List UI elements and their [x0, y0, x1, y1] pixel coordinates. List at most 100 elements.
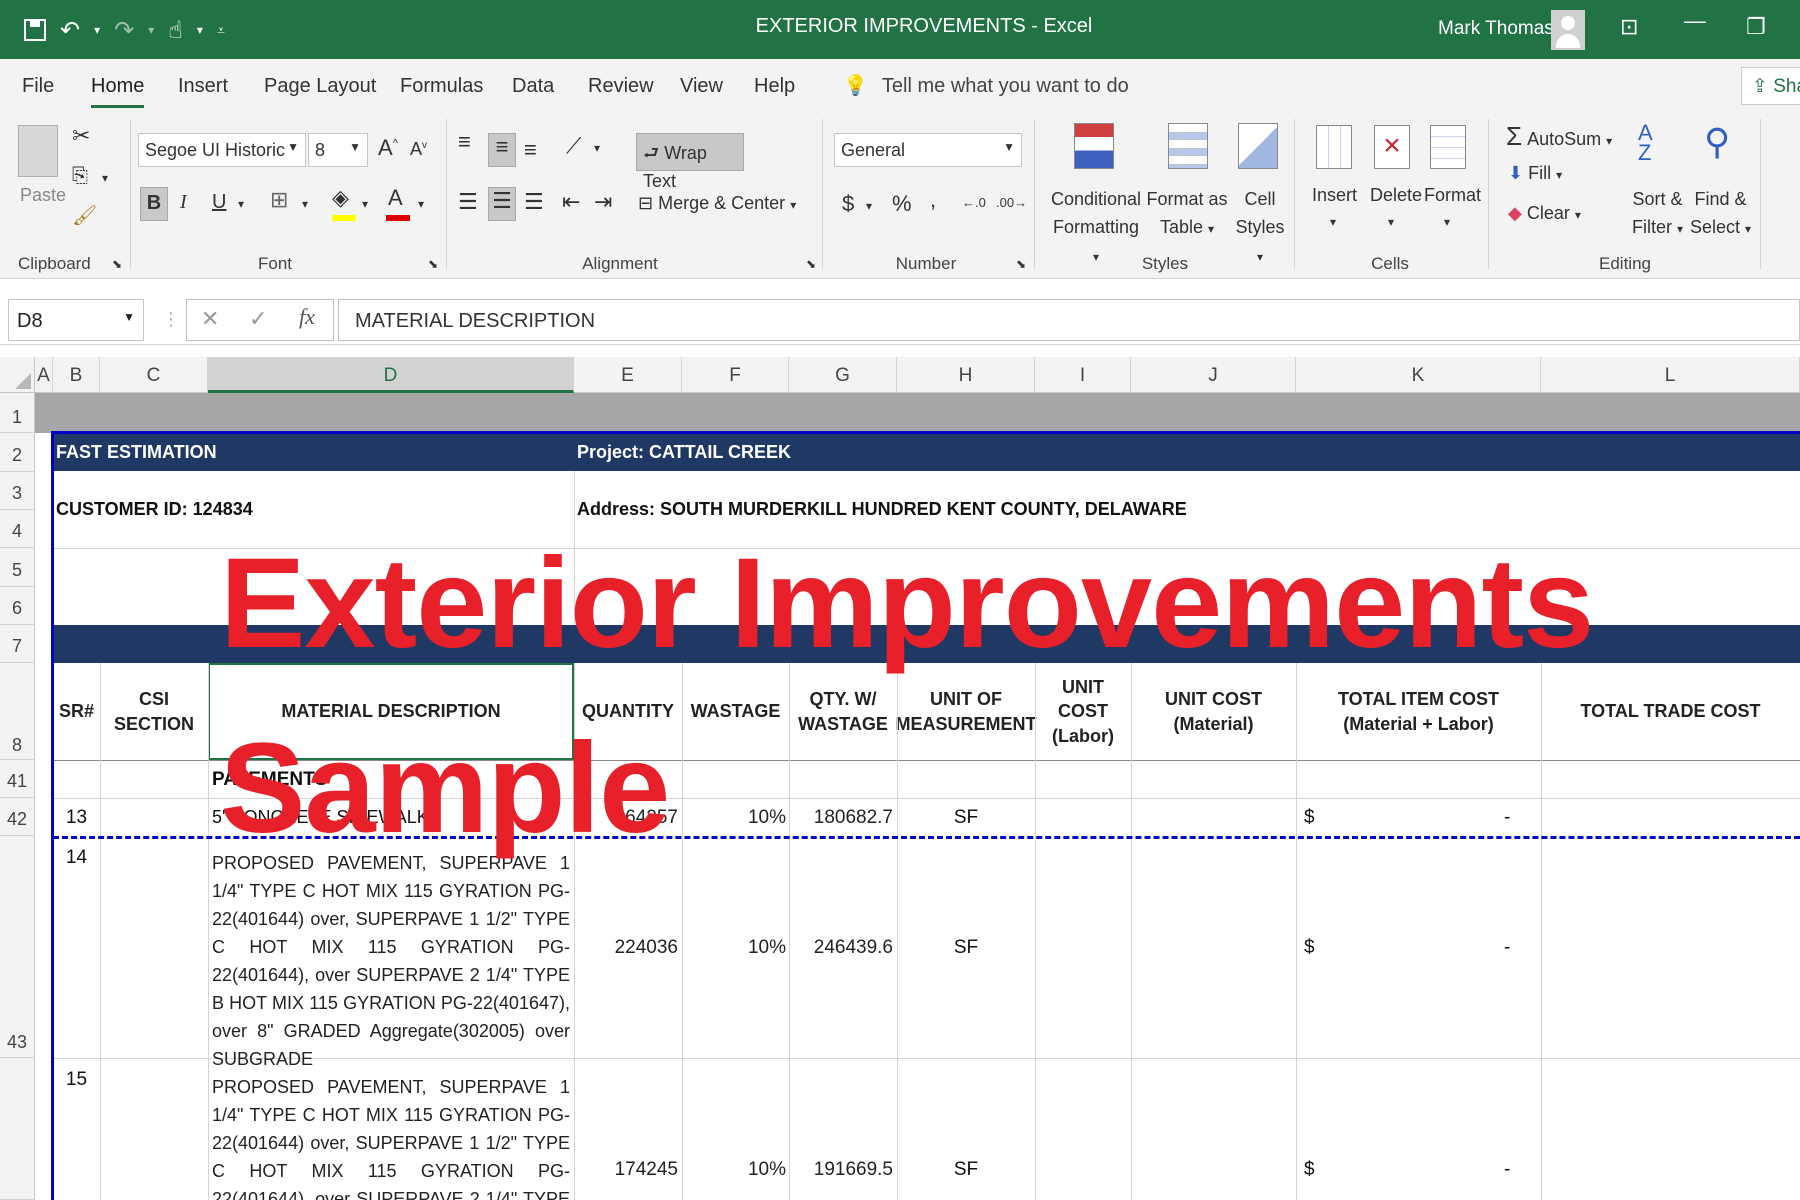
wrap-text-button[interactable]: ⮐ Wrap Text [636, 133, 744, 191]
cell-styles-icon[interactable] [1238, 123, 1278, 169]
percent-icon[interactable]: % [892, 191, 912, 217]
font-launcher-icon[interactable]: ⬊ [428, 257, 438, 271]
number-format-select[interactable]: General ▼ [834, 133, 1022, 167]
clear-button[interactable]: ◆ Clear ▾ [1508, 203, 1581, 224]
align-left-icon[interactable]: ☰ [458, 189, 478, 215]
column-header-l[interactable]: L [1541, 357, 1800, 393]
format-cells-button[interactable]: Format [1424, 185, 1481, 206]
tab-file[interactable]: File [22, 75, 54, 98]
borders-dropdown-icon[interactable]: ▾ [302, 197, 308, 211]
sort-filter-button[interactable]: Sort & Filter ▾ [1632, 185, 1683, 243]
font-color-icon[interactable]: A [388, 185, 403, 211]
font-color-dropdown-icon[interactable]: ▾ [418, 197, 424, 211]
comma-style-icon[interactable]: , [930, 187, 936, 213]
delete-cells-button[interactable]: Delete [1370, 185, 1422, 206]
increase-indent-icon[interactable]: ⇥ [594, 189, 612, 215]
tab-home[interactable]: Home [91, 75, 145, 108]
currency-icon[interactable]: $ [842, 191, 854, 217]
column-header-i[interactable]: I [1035, 357, 1131, 393]
cut-icon[interactable]: ✂ [72, 123, 90, 149]
tab-insert[interactable]: Insert [178, 75, 228, 98]
clipboard-launcher-icon[interactable]: ⬊ [112, 257, 122, 271]
row-header-4[interactable]: 4 [0, 510, 35, 548]
delete-cells-icon[interactable]: × [1374, 125, 1410, 169]
paste-icon[interactable] [18, 125, 58, 177]
borders-icon[interactable]: ⊞ [270, 187, 288, 213]
select-all-corner[interactable] [0, 357, 35, 393]
currency-dropdown-icon[interactable]: ▾ [866, 199, 872, 213]
copy-icon[interactable]: ⎘ [72, 165, 88, 188]
increase-decimal-icon[interactable]: ←.0 [962, 195, 986, 210]
underline-button[interactable]: U [212, 191, 226, 214]
enter-icon[interactable]: ✓ [249, 306, 267, 332]
row-header-44[interactable] [0, 1058, 35, 1200]
align-middle-icon[interactable]: ≡ [488, 133, 516, 167]
row-header-8[interactable]: 8 [0, 663, 35, 760]
column-header-g[interactable]: G [789, 357, 897, 393]
align-bottom-icon[interactable]: ≡ [524, 137, 537, 163]
fill-color-icon[interactable]: ◈ [332, 185, 349, 211]
format-as-table-button[interactable]: Format as Table ▾ [1146, 185, 1228, 243]
column-header-d[interactable]: D [208, 357, 574, 393]
ribbon-display-options-icon[interactable]: ⊡ [1620, 14, 1638, 40]
row-header-42[interactable]: 42 [0, 798, 35, 836]
align-right-icon[interactable]: ☰ [524, 189, 544, 215]
column-header-h[interactable]: H [897, 357, 1035, 393]
tab-help[interactable]: Help [754, 75, 795, 98]
formula-input[interactable]: MATERIAL DESCRIPTION [338, 299, 1800, 341]
format-dropdown-icon[interactable]: ▾ [1444, 215, 1450, 229]
restore-icon[interactable]: ❐ [1746, 14, 1766, 40]
insert-dropdown-icon[interactable]: ▾ [1330, 215, 1336, 229]
row-header-5[interactable]: 5 [0, 548, 35, 587]
increase-font-icon[interactable]: A^ [378, 135, 398, 161]
orientation-dropdown-icon[interactable]: ▾ [594, 141, 600, 155]
avatar[interactable] [1551, 10, 1585, 50]
format-as-table-icon[interactable] [1168, 123, 1208, 169]
column-header-e[interactable]: E [574, 357, 682, 393]
insert-function-icon[interactable]: fx [299, 304, 315, 330]
insert-cells-icon[interactable] [1316, 125, 1352, 169]
column-header-a[interactable]: A [35, 357, 53, 393]
decrease-font-icon[interactable]: Av [410, 139, 427, 160]
bold-button[interactable]: B [140, 187, 168, 221]
find-select-button[interactable]: Find & Select ▾ [1690, 185, 1751, 243]
tell-me-search[interactable]: 💡 Tell me what you want to do [843, 73, 1129, 98]
font-name-select[interactable]: Segoe UI Historic ▼ [138, 133, 306, 167]
orientation-icon[interactable]: ⟋ [566, 133, 581, 159]
row-header-1[interactable]: 1 [0, 393, 35, 433]
row-header-2[interactable]: 2 [0, 433, 35, 472]
align-top-icon[interactable]: ≡ [458, 129, 471, 155]
number-launcher-icon[interactable]: ⬊ [1016, 257, 1026, 271]
decrease-indent-icon[interactable]: ⇤ [562, 189, 580, 215]
merge-center-button[interactable]: ⊟ Merge & Center ▾ [638, 193, 796, 214]
column-header-c[interactable]: C [100, 357, 208, 393]
sort-filter-icon[interactable]: AZ [1638, 122, 1653, 164]
insert-cells-button[interactable]: Insert [1312, 185, 1357, 206]
column-header-j[interactable]: J [1131, 357, 1296, 393]
row-header-41[interactable]: 41 [0, 760, 35, 798]
name-box[interactable]: D8 ▼ [8, 299, 144, 341]
fill-color-dropdown-icon[interactable]: ▾ [362, 197, 368, 211]
align-center-icon[interactable]: ☰ [488, 187, 516, 221]
column-header-f[interactable]: F [682, 357, 789, 393]
row-header-43[interactable]: 43 [0, 836, 35, 1058]
delete-dropdown-icon[interactable]: ▾ [1388, 215, 1394, 229]
tab-view[interactable]: View [680, 75, 723, 98]
row-header-6[interactable]: 6 [0, 587, 35, 625]
alignment-launcher-icon[interactable]: ⬊ [806, 257, 816, 271]
decrease-decimal-icon[interactable]: .00→ [996, 195, 1027, 210]
column-header-b[interactable]: B [53, 357, 100, 393]
tab-data[interactable]: Data [512, 75, 554, 98]
fill-button[interactable]: ⬇ Fill ▾ [1508, 163, 1562, 184]
copy-dropdown-icon[interactable]: ▾ [102, 171, 108, 185]
conditional-formatting-icon[interactable] [1074, 123, 1114, 169]
format-painter-icon[interactable]: 🖌 [72, 203, 97, 228]
underline-dropdown-icon[interactable]: ▾ [238, 197, 244, 211]
paste-button[interactable]: Paste [20, 185, 66, 206]
cell-styles-button[interactable]: Cell Styles ▾ [1232, 185, 1288, 271]
column-header-k[interactable]: K [1296, 357, 1541, 393]
tab-page-layout[interactable]: Page Layout [264, 75, 376, 98]
italic-button[interactable]: I [180, 191, 187, 214]
tab-review[interactable]: Review [588, 75, 654, 98]
share-button[interactable]: ⇪ Sha [1741, 67, 1800, 105]
